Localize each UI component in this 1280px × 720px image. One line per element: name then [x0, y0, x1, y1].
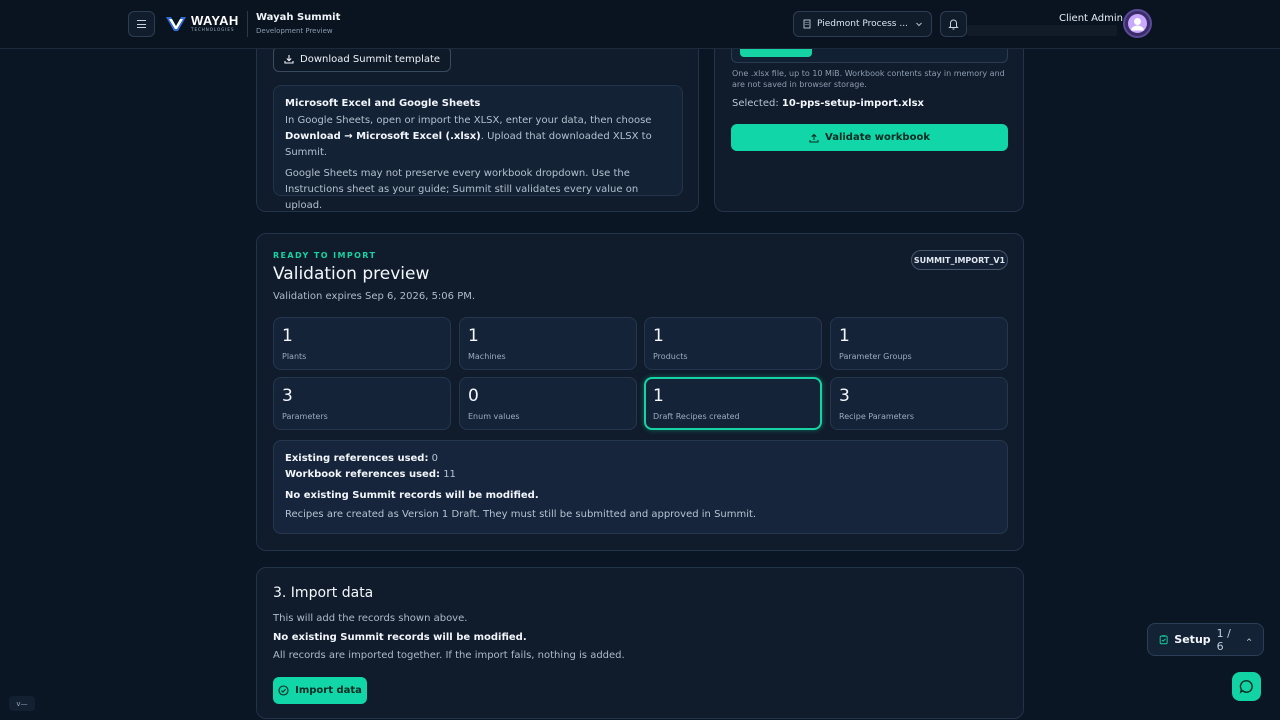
import-data-panel: 3. Import data This will add the records… [256, 567, 1024, 719]
selected-file-name: 10-pps-setup-import.xlsx [781, 98, 925, 109]
existing-references: Existing references used: 0 [285, 453, 439, 464]
ready-to-import-label: READY TO IMPORT [273, 251, 377, 260]
stat-card-draft-recipes: 1 Draft Recipes created [644, 377, 822, 430]
stat-card-recipe-parameters: 3 Recipe Parameters [830, 377, 1008, 430]
stat-card-plants: 1 Plants [273, 317, 451, 370]
check-circle-icon [278, 685, 289, 696]
excel-sheets-instructions: In Google Sheets, open or import the XLS… [285, 115, 652, 158]
stat-value: 1 [653, 326, 664, 346]
excel-sheets-heading: Microsoft Excel and Google Sheets [285, 98, 481, 109]
notifications-button[interactable] [940, 11, 967, 37]
stat-value: 1 [653, 386, 664, 406]
import-data-button[interactable]: Import data [273, 677, 367, 704]
download-icon [284, 55, 294, 64]
stat-value: 1 [468, 326, 479, 346]
workbook-references: Workbook references used: 11 [285, 469, 456, 480]
stat-label: Products [653, 352, 688, 361]
user-avatar[interactable] [1123, 9, 1152, 38]
organization-select-value: Piedmont Process ... [817, 19, 908, 29]
building-icon [803, 19, 811, 29]
chat-bubble-icon [1239, 680, 1253, 694]
validate-workbook-button[interactable]: Validate workbook [731, 124, 1008, 151]
file-hint: One .xlsx file, up to 10 MiB. Workbook c… [732, 69, 1005, 89]
stat-label: Parameters [282, 412, 328, 421]
stat-label: Parameter Groups [839, 352, 912, 361]
import-line-3: All records are imported together. If th… [273, 650, 625, 661]
version-tag[interactable]: v— [9, 696, 35, 711]
download-template-label: Download Summit template [300, 53, 441, 65]
chat-button[interactable] [1232, 672, 1261, 701]
stat-value: 3 [839, 386, 850, 406]
chevron-down-icon [916, 22, 922, 27]
menu-icon [137, 20, 146, 21]
setup-label: Setup [1174, 633, 1211, 646]
recipes-version-note: Recipes are created as Version 1 Draft. … [285, 509, 757, 520]
stat-value: 3 [282, 386, 293, 406]
import-data-label: Import data [295, 685, 362, 696]
validation-preview-panel: READY TO IMPORT Validation preview SUMMI… [256, 233, 1024, 551]
avatar-icon [1128, 14, 1147, 33]
setup-progress: 1 / 6 [1216, 626, 1231, 653]
validation-expiry: Validation expires Sep 6, 2026, 5:06 PM. [273, 291, 476, 302]
app-subtitle: Development Preview [256, 27, 333, 35]
stat-value: 0 [468, 386, 479, 406]
references-summary: Existing references used: 0 Workbook ref… [273, 440, 1008, 534]
clipboard-check-icon [1159, 635, 1168, 645]
selected-file: Selected: 10-pps-setup-import.xlsx [732, 98, 925, 109]
import-line-2: No existing Summit records will be modif… [273, 632, 527, 643]
sheets-dropdown-note: Google Sheets may not preserve every wor… [285, 168, 639, 211]
stat-value: 1 [839, 326, 850, 346]
no-modify-notice: No existing Summit records will be modif… [285, 490, 539, 501]
chevron-up-icon [1246, 637, 1252, 641]
top-bar: WAYAH TECHNOLOGIES Wayah Summit Developm… [0, 0, 1280, 49]
app-title: Wayah Summit [256, 12, 341, 23]
validate-workbook-label: Validate workbook [825, 132, 930, 143]
stat-card-products: 1 Products [644, 317, 822, 370]
stat-value: 1 [282, 326, 293, 346]
stat-card-machines: 1 Machines [459, 317, 637, 370]
bell-icon [948, 19, 959, 30]
brand-divider [247, 11, 248, 37]
wayah-logo-icon [166, 17, 186, 31]
stat-label: Machines [468, 352, 506, 361]
setup-progress-widget[interactable]: Setup 1 / 6 [1147, 623, 1264, 656]
import-line-1: This will add the records shown above. [273, 613, 468, 624]
stat-label: Recipe Parameters [839, 412, 915, 421]
import-version-badge: SUMMIT_IMPORT_V1 [911, 250, 1008, 270]
stat-card-parameters: 3 Parameters [273, 377, 451, 430]
excel-sheets-card: Microsoft Excel and Google Sheets In Goo… [273, 85, 683, 211]
validation-preview-title: Validation preview [273, 264, 430, 284]
menu-button[interactable] [128, 11, 155, 37]
logo-wordmark: WAYAH [191, 13, 239, 28]
wayah-logo[interactable]: WAYAH TECHNOLOGIES [165, 13, 239, 33]
import-data-title: 3. Import data [273, 585, 374, 601]
stat-card-parameter-groups: 1 Parameter Groups [830, 317, 1008, 370]
stat-label: Plants [282, 352, 307, 361]
stat-label: Enum values [468, 412, 520, 421]
organization-select[interactable]: Piedmont Process ... [793, 11, 932, 37]
stat-card-enum-values: 0 Enum values [459, 377, 637, 430]
stat-label: Draft Recipes created [653, 412, 740, 421]
faded-overlay-bar [967, 25, 1117, 36]
download-template-button[interactable]: Download Summit template [273, 46, 452, 72]
upload-icon [809, 133, 819, 143]
logo-tagline: TECHNOLOGIES [191, 27, 235, 32]
user-name: Client Admin [1059, 13, 1123, 24]
